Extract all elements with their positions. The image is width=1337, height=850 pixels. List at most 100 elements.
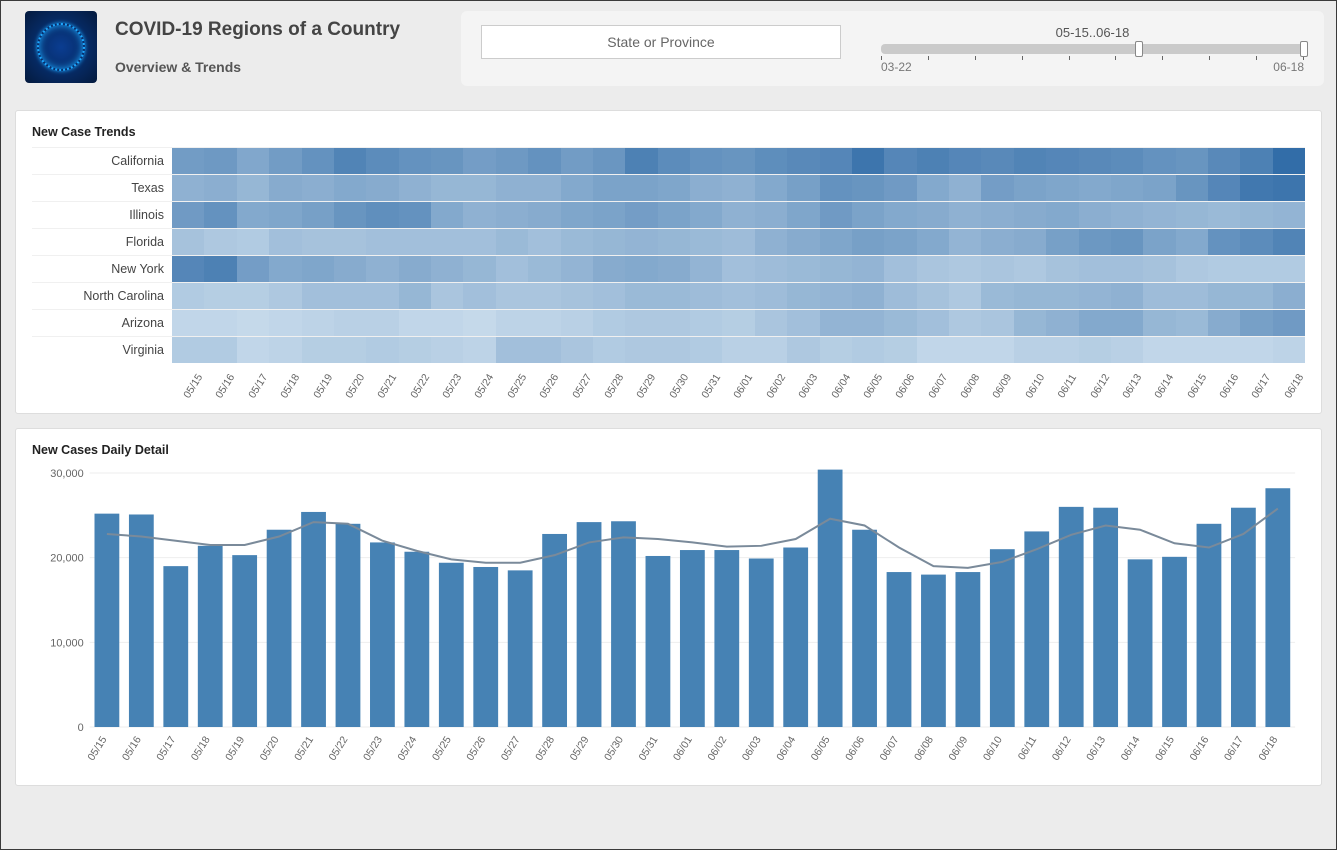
heatmap-cell[interactable]	[463, 310, 495, 336]
heatmap-cell[interactable]	[172, 310, 204, 336]
bar[interactable]	[336, 524, 361, 727]
heatmap-cell[interactable]	[1240, 337, 1272, 363]
heatmap-cell[interactable]	[1240, 310, 1272, 336]
heatmap-cell[interactable]	[1111, 310, 1143, 336]
heatmap-cell[interactable]	[1208, 175, 1240, 201]
bar[interactable]	[749, 559, 774, 727]
heatmap-cell[interactable]	[949, 148, 981, 174]
heatmap-cell[interactable]	[366, 148, 398, 174]
bar[interactable]	[370, 542, 395, 727]
heatmap-cell[interactable]	[172, 256, 204, 282]
heatmap-cell[interactable]	[1046, 175, 1078, 201]
heatmap-cell[interactable]	[593, 229, 625, 255]
heatmap-cell[interactable]	[981, 229, 1013, 255]
heatmap-cell[interactable]	[949, 310, 981, 336]
heatmap-cell[interactable]	[496, 229, 528, 255]
bar[interactable]	[714, 550, 739, 727]
heatmap-cell[interactable]	[172, 175, 204, 201]
bar[interactable]	[232, 555, 257, 727]
heatmap-cell[interactable]	[399, 337, 431, 363]
heatmap-cell[interactable]	[625, 283, 657, 309]
heatmap-cell[interactable]	[690, 256, 722, 282]
bar[interactable]	[1024, 531, 1049, 727]
heatmap-cell[interactable]	[237, 229, 269, 255]
heatmap-cell[interactable]	[593, 310, 625, 336]
heatmap-cell[interactable]	[366, 256, 398, 282]
bar[interactable]	[1197, 524, 1222, 727]
bar[interactable]	[921, 575, 946, 727]
heatmap-cell[interactable]	[787, 283, 819, 309]
heatmap-cell[interactable]	[1014, 175, 1046, 201]
heatmap-cell[interactable]	[949, 175, 981, 201]
heatmap-cell[interactable]	[1273, 202, 1305, 228]
heatmap-cell[interactable]	[787, 256, 819, 282]
heatmap-cell[interactable]	[269, 229, 301, 255]
heatmap-cell[interactable]	[269, 256, 301, 282]
heatmap-cell[interactable]	[1143, 148, 1175, 174]
heatmap-cell[interactable]	[722, 310, 754, 336]
heatmap-cell[interactable]	[722, 256, 754, 282]
heatmap-cell[interactable]	[949, 337, 981, 363]
heatmap-cell[interactable]	[528, 256, 560, 282]
heatmap-cell[interactable]	[852, 283, 884, 309]
heatmap-cell[interactable]	[399, 202, 431, 228]
heatmap-cell[interactable]	[722, 337, 754, 363]
heatmap-cell[interactable]	[690, 229, 722, 255]
heatmap-cell[interactable]	[1014, 283, 1046, 309]
heatmap-cell[interactable]	[463, 229, 495, 255]
heatmap-cell[interactable]	[204, 202, 236, 228]
heatmap-cell[interactable]	[366, 202, 398, 228]
heatmap-cell[interactable]	[1208, 148, 1240, 174]
bar[interactable]	[577, 522, 602, 727]
heatmap-cell[interactable]	[852, 256, 884, 282]
bar[interactable]	[267, 530, 292, 727]
heatmap-cell[interactable]	[1014, 337, 1046, 363]
heatmap-cell[interactable]	[787, 229, 819, 255]
heatmap-cell[interactable]	[399, 148, 431, 174]
heatmap-cell[interactable]	[852, 148, 884, 174]
heatmap-cell[interactable]	[949, 256, 981, 282]
heatmap-cell[interactable]	[1176, 283, 1208, 309]
heatmap-cell[interactable]	[981, 256, 1013, 282]
heatmap-cell[interactable]	[1143, 337, 1175, 363]
heatmap-cell[interactable]	[658, 283, 690, 309]
bar[interactable]	[439, 563, 464, 727]
bar[interactable]	[404, 552, 429, 727]
heatmap-cell[interactable]	[302, 175, 334, 201]
heatmap-cell[interactable]	[1176, 148, 1208, 174]
heatmap-cell[interactable]	[463, 283, 495, 309]
heatmap-cell[interactable]	[237, 310, 269, 336]
heatmap-cell[interactable]	[561, 148, 593, 174]
heatmap-cell[interactable]	[852, 229, 884, 255]
heatmap-cell[interactable]	[593, 283, 625, 309]
heatmap-cell[interactable]	[1240, 175, 1272, 201]
heatmap-cell[interactable]	[463, 202, 495, 228]
heatmap-cell[interactable]	[172, 283, 204, 309]
heatmap-cell[interactable]	[658, 202, 690, 228]
heatmap-cell[interactable]	[399, 229, 431, 255]
heatmap-cell[interactable]	[1273, 148, 1305, 174]
heatmap-cell[interactable]	[237, 337, 269, 363]
heatmap-cell[interactable]	[690, 175, 722, 201]
heatmap-cell[interactable]	[1046, 229, 1078, 255]
heatmap-cell[interactable]	[561, 337, 593, 363]
heatmap-cell[interactable]	[237, 256, 269, 282]
heatmap-cell[interactable]	[1079, 337, 1111, 363]
heatmap-cell[interactable]	[981, 175, 1013, 201]
heatmap-cell[interactable]	[399, 256, 431, 282]
heatmap-cell[interactable]	[204, 229, 236, 255]
heatmap-cell[interactable]	[269, 283, 301, 309]
heatmap-cell[interactable]	[302, 148, 334, 174]
heatmap-cell[interactable]	[528, 202, 560, 228]
heatmap-cell[interactable]	[1208, 202, 1240, 228]
heatmap-cell[interactable]	[917, 229, 949, 255]
heatmap-cell[interactable]	[625, 148, 657, 174]
heatmap-cell[interactable]	[1111, 229, 1143, 255]
heatmap-cell[interactable]	[302, 310, 334, 336]
heatmap-cell[interactable]	[755, 256, 787, 282]
heatmap-cell[interactable]	[528, 283, 560, 309]
bar[interactable]	[783, 548, 808, 727]
heatmap-cell[interactable]	[172, 337, 204, 363]
heatmap-cell[interactable]	[431, 310, 463, 336]
heatmap-cell[interactable]	[1143, 202, 1175, 228]
